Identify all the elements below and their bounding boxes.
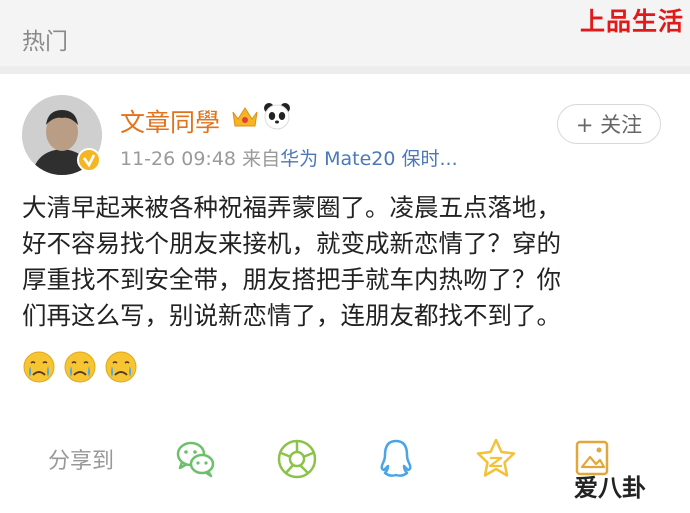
wechat-icon[interactable] — [174, 437, 218, 481]
post-timestamp: 11-26 09:48 — [120, 148, 237, 170]
post-meta: 11-26 09:48 来自华为 Mate20 保时... — [120, 144, 458, 171]
qq-icon[interactable] — [374, 437, 418, 481]
verified-badge-icon — [77, 148, 101, 172]
crown-icon — [232, 107, 258, 127]
watermark-bottom: 爱八卦 — [574, 474, 646, 502]
moments-icon[interactable] — [275, 437, 319, 481]
post-text-line: 好不容易找个朋友来接机，就变成新恋情了？穿的 — [22, 229, 561, 258]
username[interactable]: 文章同學 — [120, 103, 220, 139]
share-label: 分享到 — [48, 449, 115, 474]
emoji-row — [22, 350, 138, 386]
divider — [0, 66, 690, 74]
post-text-line: 厚重找不到安全带，朋友搭把手就车内热吻了？你 — [22, 265, 561, 294]
crying-face-icon — [105, 351, 137, 383]
page-title: 热门 — [22, 29, 68, 55]
panda-icon — [264, 103, 290, 130]
post-text: 大清早起来被各种祝福弄蒙圈了。凌晨五点落地， 好不容易找个朋友来接机，就变成新恋… — [22, 190, 672, 334]
post-text-line: 大清早起来被各种祝福弄蒙圈了。凌晨五点落地， — [22, 193, 561, 222]
source-prefix: 来自 — [242, 148, 281, 170]
post-text-line: 们再这么写，别说新恋情了，连朋友都找不到了。 — [22, 301, 561, 330]
source-device[interactable]: 华为 Mate20 保时... — [280, 148, 458, 170]
follow-button[interactable]: + 关注 — [557, 104, 661, 144]
crying-face-icon — [64, 351, 96, 383]
watermark-top: 上品生活 — [579, 7, 684, 36]
qzone-star-icon[interactable] — [474, 437, 518, 481]
crying-face-icon — [23, 351, 55, 383]
